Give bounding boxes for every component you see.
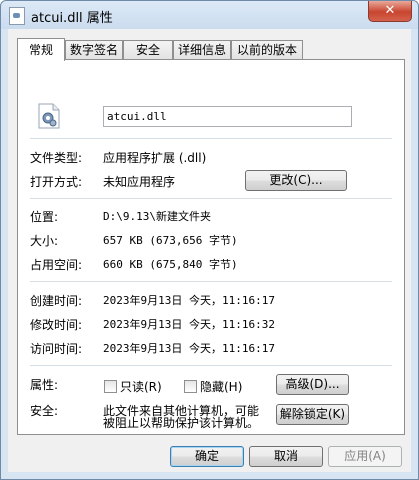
hidden-checkbox[interactable] [184,380,197,393]
readonly-checkbox[interactable] [104,380,117,393]
tab-general[interactable]: 常规 [17,38,65,61]
created-value: 2023年9月13日 今天，11:16:17 [103,294,275,307]
size-on-disk-label: 占用空间: [30,258,83,272]
ok-button[interactable]: 确定 [170,446,244,467]
security-warning-line2: 被阻止以帮助保护该计算机。 [103,416,260,430]
security-label: 安全: [30,404,59,418]
close-button[interactable]: ✕ [368,1,412,22]
modified-label: 修改时间: [30,318,83,332]
accessed-label: 访问时间: [30,342,83,356]
dialog-client: 常规 数字签名 安全 详细信息 以前的版本 atcui.dll 文件类型: 应用… [8,29,411,472]
attributes-label: 属性: [30,378,59,392]
hidden-label[interactable]: 隐藏(H) [200,378,242,395]
general-panel: atcui.dll 文件类型: 应用程序扩展 (.dll) 打开方式: 未知应用… [17,59,405,435]
dll-file-icon [9,7,25,25]
window-title: atcui.dll 属性 [31,11,113,26]
file-type-value: 应用程序扩展 (.dll) [103,151,207,165]
accessed-value: 2023年9月13日 今天，11:16:17 [103,342,275,355]
advanced-button[interactable]: 高级(D)... [276,374,349,395]
tab-previous-versions[interactable]: 以前的版本 [231,40,303,60]
tab-digital-signatures[interactable]: 数字签名 [65,40,123,60]
separator [30,198,392,199]
change-button[interactable]: 更改(C)... [245,170,347,191]
dll-gear-file-icon [38,103,60,129]
location-label: 位置: [30,210,59,224]
title-bar[interactable]: atcui.dll 属性 ✕ [1,1,418,29]
readonly-label[interactable]: 只读(R) [120,378,162,395]
opens-with-value: 未知应用程序 [103,175,176,189]
cancel-button[interactable]: 取消 [249,446,323,467]
modified-value: 2023年9月13日 今天，11:16:32 [103,318,275,331]
tab-security[interactable]: 安全 [123,40,173,60]
separator [30,281,392,282]
tab-details[interactable]: 详细信息 [173,40,231,60]
apply-button[interactable]: 应用(A) [328,446,402,467]
file-type-label: 文件类型: [30,151,83,165]
file-name-field[interactable]: atcui.dll [103,106,352,127]
unblock-button[interactable]: 解除锁定(K) [276,404,349,425]
properties-window: atcui.dll 属性 ✕ 常规 数字签名 安全 详细信息 以前的版本 atc… [0,0,419,480]
size-on-disk-value: 660 KB (675,840 字节) [103,258,238,271]
separator [30,365,392,366]
opens-with-label: 打开方式: [30,175,83,189]
separator [30,138,392,139]
size-label: 大小: [30,234,59,248]
size-value: 657 KB (673,656 字节) [103,234,238,247]
created-label: 创建时间: [30,294,83,308]
location-value: D:\9.13\新建文件夹 [103,210,211,223]
